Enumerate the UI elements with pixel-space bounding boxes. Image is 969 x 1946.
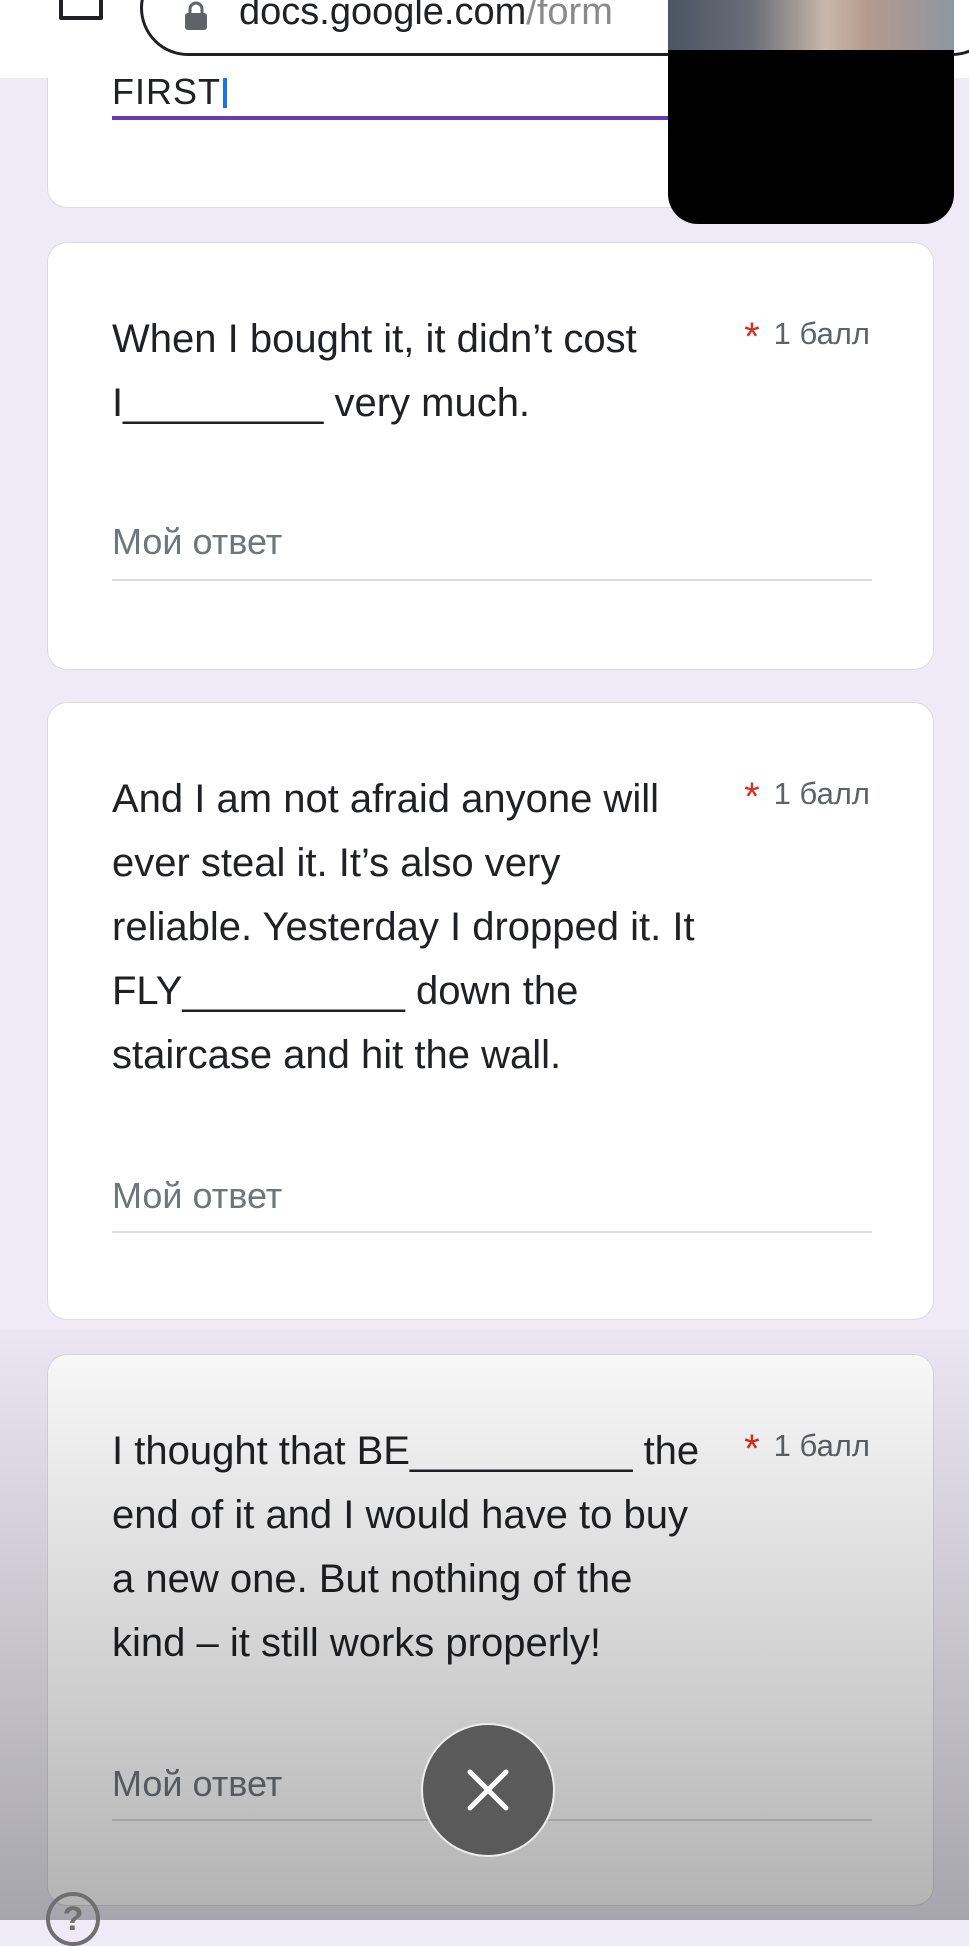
help-icon[interactable]: ? bbox=[46, 1892, 100, 1946]
question-card: And I am not afraid anyone will ever ste… bbox=[47, 702, 934, 1320]
points-label: 1 балл bbox=[773, 1428, 870, 1463]
text-caret bbox=[223, 74, 227, 108]
close-button[interactable] bbox=[421, 1723, 555, 1857]
points-label: 1 балл bbox=[773, 316, 870, 351]
url-path: /form bbox=[526, 0, 613, 33]
answer-underline bbox=[112, 579, 872, 581]
answer-underline bbox=[112, 1231, 872, 1233]
required-star: * bbox=[744, 1427, 760, 1471]
question-meta: * 1 балл bbox=[744, 775, 870, 820]
video-thumbnail bbox=[668, 0, 954, 50]
url-domain: docs.google.com bbox=[239, 0, 527, 33]
close-icon bbox=[467, 1769, 509, 1811]
required-star: * bbox=[744, 315, 760, 359]
required-star: * bbox=[744, 775, 760, 819]
question-meta: * 1 балл bbox=[744, 315, 870, 360]
url-text: docs.google.com/form bbox=[239, 0, 613, 31]
video-call-overlay[interactable] bbox=[668, 0, 954, 224]
question-text: I thought that BE__________ the end of i… bbox=[112, 1429, 700, 1665]
question-card: When I bought it, it didn’t cost I______… bbox=[47, 242, 934, 670]
question-meta: * 1 балл bbox=[744, 1427, 870, 1472]
answer-input[interactable]: Мой ответ bbox=[112, 1175, 282, 1217]
points-label: 1 балл bbox=[773, 776, 870, 811]
lock-icon[interactable] bbox=[181, 1, 211, 31]
answer-input[interactable]: Мой ответ bbox=[112, 1763, 282, 1805]
question-text: When I bought it, it didn’t cost I______… bbox=[112, 317, 637, 425]
question-text: And I am not afraid anyone will ever ste… bbox=[112, 777, 695, 1077]
answer-input[interactable]: Мой ответ bbox=[112, 521, 282, 563]
home-icon[interactable] bbox=[56, 0, 106, 22]
